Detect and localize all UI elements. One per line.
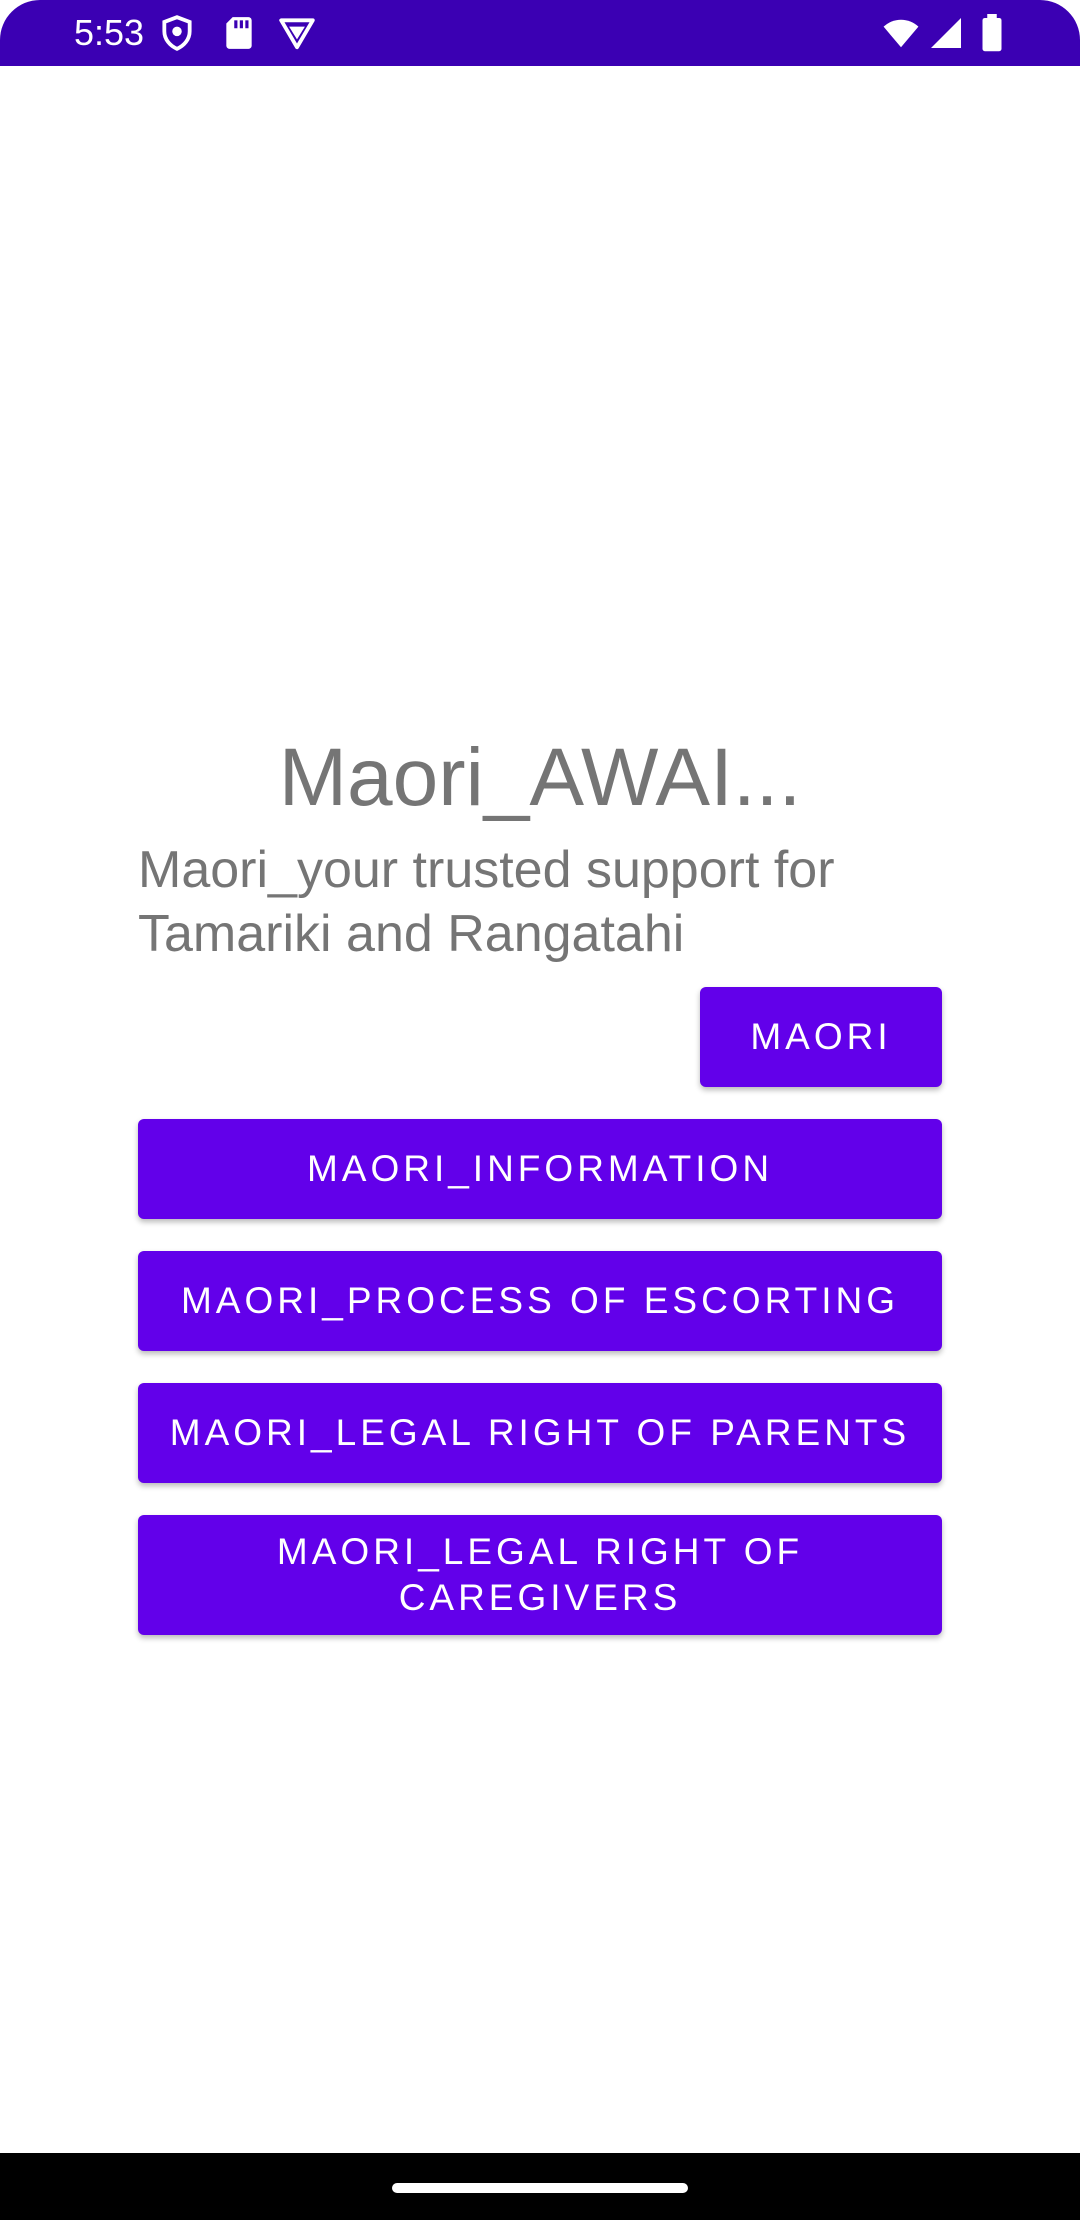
process-of-escorting-button[interactable]: MAORI_PROCESS OF ESCORTING [138, 1251, 942, 1351]
battery-icon [980, 14, 1004, 52]
parents-button-label: MAORI_LEGAL RIGHT OF PARENTS [169, 1412, 911, 1453]
maori-button[interactable]: MAORI [700, 987, 942, 1087]
legal-right-of-caregivers-button[interactable]: MAORI_LEGAL RIGHT OF CAREGIVERS [138, 1515, 942, 1635]
app-subtitle: Maori_your trusted support for Tamariki … [138, 841, 835, 963]
shield-icon [158, 14, 196, 52]
legal-right-of-parents-button[interactable]: MAORI_LEGAL RIGHT OF PARENTS [138, 1383, 942, 1483]
information-button[interactable]: MAORI_INFORMATION [138, 1119, 942, 1219]
process-button-label: MAORI_PROCESS OF ESCORTING [180, 1280, 900, 1321]
app-title: Maori_AWAI... [278, 732, 802, 823]
status-bar: 5:53 [0, 0, 1080, 66]
signal-icon [928, 14, 964, 52]
vpn-icon [278, 14, 316, 52]
maori-button-label: MAORI [750, 1016, 892, 1057]
wifi-icon [880, 14, 922, 52]
app-screen: 5:53 Maori_AWAI... Maori_your trusted su… [0, 0, 1080, 2220]
information-button-label: MAORI_INFORMATION [306, 1148, 774, 1189]
status-time: 5:53 [74, 12, 145, 53]
caregivers-button-label: MAORI_LEGAL RIGHT OF CAREGIVERS [276, 1531, 804, 1618]
home-gesture-handle[interactable] [392, 2183, 688, 2193]
sd-card-icon [220, 14, 258, 52]
